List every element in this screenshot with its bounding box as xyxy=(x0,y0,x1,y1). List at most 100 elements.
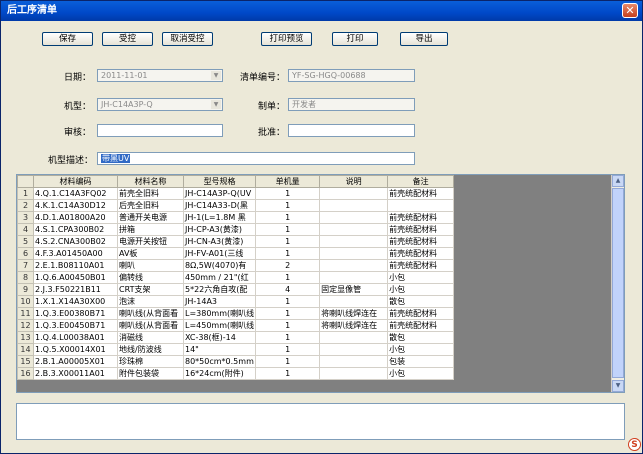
table-cell[interactable]: XC-38(框)-14 xyxy=(183,331,257,344)
table-row[interactable]: 14 1.Q.5.X00014X01 地线/防波线 14" 1 小包 xyxy=(17,343,455,356)
cancel-accept-button[interactable]: 取消受控 xyxy=(162,32,213,46)
chevron-down-icon[interactable]: ▼ xyxy=(211,100,221,109)
table-cell[interactable]: 前壳统配材料 xyxy=(387,187,455,200)
table-cell[interactable]: 1.X.1.X14A30X00 xyxy=(33,295,118,308)
table-cell[interactable]: JH-1(L=1.8M 黑 xyxy=(183,211,257,224)
table-cell[interactable]: 前壳统配材料 xyxy=(387,235,455,248)
table-cell[interactable]: 普通开关电源 xyxy=(117,211,184,224)
ime-tray-icon[interactable]: S xyxy=(628,438,641,451)
scroll-up-icon[interactable]: ▲ xyxy=(612,175,624,187)
table-cell[interactable]: 16*24cm(附件) xyxy=(183,367,257,380)
table-cell[interactable]: 2.J.3.F50221B11 xyxy=(33,283,118,296)
save-button[interactable]: 保存 xyxy=(42,32,93,46)
table-cell[interactable] xyxy=(319,259,389,272)
accept-button[interactable]: 受控 xyxy=(102,32,153,46)
table-cell[interactable]: 1.Q.6.A00450B01 xyxy=(33,271,118,284)
table-cell[interactable]: 地线/防波线 xyxy=(117,343,184,356)
table-cell[interactable]: JH-C14A3P-Q(UV xyxy=(183,187,257,200)
table-cell[interactable]: 前壳统配材料 xyxy=(387,247,455,260)
column-header[interactable]: 型号规格 xyxy=(182,175,257,188)
table-cell[interactable] xyxy=(319,367,389,380)
table-row[interactable]: 1 4.Q.1.C14A3FQ02 前壳全旧料 JH-C14A3P-Q(UV 1 前壳统配… xyxy=(17,187,455,200)
table-row[interactable]: 16 2.B.3.X00011A01 附件包装袋 16*24cm(附件) 1 小包 xyxy=(17,367,455,380)
table-row[interactable]: 2 4.K.1.C14A30D12 后壳全旧料 JH-C14A33-D(黑 1 xyxy=(17,199,455,212)
table-cell[interactable]: 1 xyxy=(255,367,321,380)
table-cell[interactable]: 4 xyxy=(255,283,321,296)
table-cell[interactable] xyxy=(319,247,389,260)
review-field[interactable] xyxy=(97,124,223,137)
table-cell[interactable]: 1 xyxy=(255,343,321,356)
table-cell[interactable] xyxy=(319,271,389,284)
table-cell[interactable]: 2.E.1.B08110A01 xyxy=(33,259,118,272)
close-button[interactable]: ✕ xyxy=(622,3,638,18)
table-cell[interactable]: JH-C14A33-D(黑 xyxy=(183,199,257,212)
table-cell[interactable]: 1 xyxy=(255,247,321,260)
table-cell[interactable] xyxy=(319,331,389,344)
table-cell[interactable]: 附件包装袋 xyxy=(117,367,184,380)
model-select[interactable]: JH-C14A3P-Q ▼ xyxy=(97,98,223,111)
list-no-field[interactable]: YF-SG-HGQ-00688 xyxy=(288,69,415,82)
table-cell[interactable]: JH-FV-A01(三线 xyxy=(183,247,257,260)
model-desc-field[interactable]: 带黑UV xyxy=(97,152,415,165)
table-cell[interactable]: 前壳全旧料 xyxy=(117,187,184,200)
table-cell[interactable]: 将喇叭线焊连在 xyxy=(319,319,389,332)
table-cell[interactable]: 包装 xyxy=(387,355,455,368)
table-row[interactable]: 4 4.S.1.CPA300B02 拼箱 JH-CP-A3(黄漆) 1 前壳统配材料 xyxy=(17,223,455,236)
table-row[interactable]: 6 4.F.3.A01450A00 AV板 JH-FV-A01(三线 1 前壳统配材料 xyxy=(17,247,455,260)
table-cell[interactable]: JH-14A3 xyxy=(183,295,257,308)
table-cell[interactable]: 固定显像管 xyxy=(319,283,389,296)
table-cell[interactable]: 小包 xyxy=(387,283,455,296)
table-cell[interactable]: 1 xyxy=(255,235,321,248)
table-cell[interactable]: 4.F.3.A01450A00 xyxy=(33,247,118,260)
table-cell[interactable]: 1 xyxy=(255,295,321,308)
title-bar[interactable]: 后工序清单 ✕ xyxy=(1,1,642,21)
table-cell[interactable]: 5*22六角自攻(配 xyxy=(183,283,257,296)
table-cell[interactable]: 电源开关按钮 xyxy=(117,235,184,248)
table-cell[interactable]: 拼箱 xyxy=(117,223,184,236)
table-cell[interactable] xyxy=(319,343,389,356)
table-cell[interactable]: 喇叭线(从背面看 xyxy=(117,307,184,320)
notes-area[interactable] xyxy=(16,403,625,440)
table-cell[interactable]: L=380mm(喇叭线 xyxy=(183,307,257,320)
table-cell[interactable]: 1 xyxy=(255,271,321,284)
table-row[interactable]: 8 1.Q.6.A00450B01 偏转线 450mm / 21"(红 1 小包 xyxy=(17,271,455,284)
table-cell[interactable]: 后壳全旧料 xyxy=(117,199,184,212)
table-cell[interactable] xyxy=(319,355,389,368)
table-cell[interactable] xyxy=(319,211,389,224)
column-header[interactable]: 备注 xyxy=(387,175,455,188)
chevron-down-icon[interactable]: ▼ xyxy=(211,71,221,80)
table-cell[interactable]: 泡沫 xyxy=(117,295,184,308)
table-cell[interactable]: 1 xyxy=(255,223,321,236)
table-cell[interactable]: 1 xyxy=(255,187,321,200)
table-cell[interactable] xyxy=(319,223,389,236)
table-cell[interactable]: 小包 xyxy=(387,271,455,284)
table-cell[interactable]: 1 xyxy=(255,211,321,224)
table-cell[interactable]: 4.S.2.CNA300B02 xyxy=(33,235,118,248)
table-cell[interactable] xyxy=(319,199,389,212)
table-cell[interactable]: 前壳统配材料 xyxy=(387,211,455,224)
column-header[interactable]: 说明 xyxy=(319,175,389,188)
column-header[interactable]: 单机量 xyxy=(255,175,321,188)
table-cell[interactable]: 喇叭线(从背面看 xyxy=(117,319,184,332)
table-cell[interactable]: 1.Q.5.X00014X01 xyxy=(33,343,118,356)
table-cell[interactable]: 80*50cm*0.5mm xyxy=(183,355,257,368)
table-cell[interactable] xyxy=(319,187,389,200)
table-cell[interactable]: L=450mm(喇叭线 xyxy=(183,319,257,332)
table-cell[interactable]: 消磁线 xyxy=(117,331,184,344)
table-cell[interactable]: 珍珠棉 xyxy=(117,355,184,368)
table-cell[interactable]: JH-CN-A3(黄漆) xyxy=(183,235,257,248)
table-cell[interactable]: 前壳统配材料 xyxy=(387,307,455,320)
table-cell[interactable]: 前壳统配材料 xyxy=(387,223,455,236)
table-cell[interactable]: 将喇叭线焊连在 xyxy=(319,307,389,320)
table-cell[interactable]: 2 xyxy=(255,259,321,272)
table-cell[interactable]: 1 xyxy=(255,331,321,344)
table-cell[interactable]: 1.Q.3.E00450B71 xyxy=(33,319,118,332)
column-header[interactable]: 材料编码 xyxy=(33,175,118,188)
table-cell[interactable]: 1 xyxy=(255,199,321,212)
table-cell[interactable]: 1 xyxy=(255,319,321,332)
table-cell[interactable]: 4.K.1.C14A30D12 xyxy=(33,199,118,212)
table-row[interactable]: 10 1.X.1.X14A30X00 泡沫 JH-14A3 1 散包 xyxy=(17,295,455,308)
table-cell[interactable]: 前壳统配材料 xyxy=(387,259,455,272)
table-cell[interactable]: 前壳统配材料 xyxy=(387,319,455,332)
scroll-thumb[interactable] xyxy=(612,188,624,378)
